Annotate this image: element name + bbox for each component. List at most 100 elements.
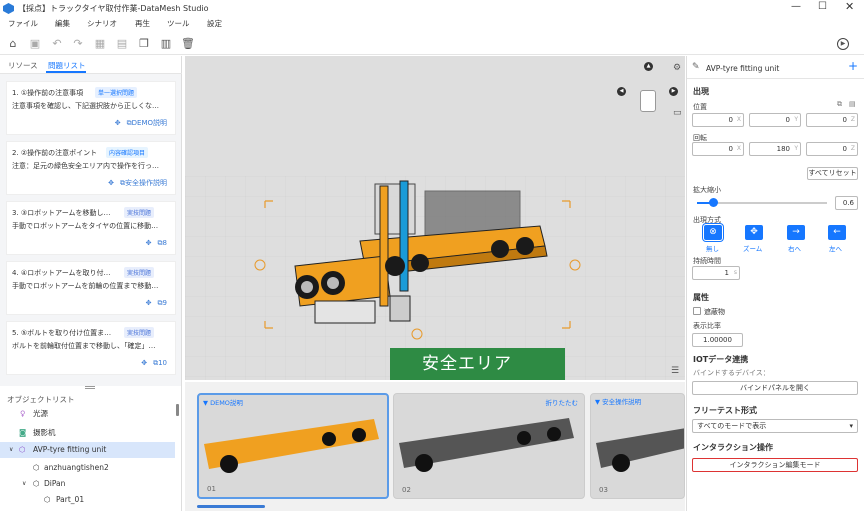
interaction-section-title: インタラクション操作 xyxy=(693,443,773,452)
view-gizmo[interactable] xyxy=(633,78,663,118)
object-list-title: オブジェクトリスト xyxy=(7,395,75,404)
trash-icon[interactable]: 🗑 xyxy=(181,38,195,50)
gizmo-right-icon[interactable]: ▶ xyxy=(669,87,678,96)
question-type-badge: 内容確認項目 xyxy=(106,147,149,158)
position-x-input[interactable]: 0X xyxy=(692,113,744,127)
mode-left-button[interactable]: ← xyxy=(828,225,846,240)
scrollbar[interactable] xyxy=(176,404,179,416)
question-card[interactable]: 1. ①操作前の注意事項 単一選択問題 注意事項を確認し、下記選択肢から正しくな… xyxy=(6,81,176,135)
edit-icon[interactable]: ✎ xyxy=(692,62,700,72)
question-link[interactable]: ✥ ⧉DEMO説明 xyxy=(115,118,167,128)
chevron-down-icon[interactable]: ∨ xyxy=(9,442,13,458)
copy-icon[interactable]: ⧉ xyxy=(837,100,842,109)
menu-play[interactable]: 再生 xyxy=(135,18,150,29)
scene-thumb-3[interactable]: ▼ 安全操作説明 03 xyxy=(590,393,685,499)
gizmo-up-icon[interactable]: ▲ xyxy=(644,62,653,71)
splitter-handle[interactable] xyxy=(85,386,95,389)
menu-file[interactable]: ファイル xyxy=(8,18,38,29)
question-link[interactable]: ✥ ⧉安全操作説明 xyxy=(108,178,167,188)
question-link[interactable]: ✥ ⧉8 xyxy=(146,239,167,248)
tab-questions[interactable]: 問題リスト xyxy=(48,60,86,71)
question-list: 1. ①操作前の注意事項 単一選択問題 注意事項を確認し、下記選択肢から正しくな… xyxy=(0,74,181,386)
layout-icon[interactable]: ▤ xyxy=(116,38,128,50)
thumb-number: 02 xyxy=(402,486,411,494)
toolbar: ⌂ ▣ ↶ ↷ ▦ ▤ ❐ ▥ 🗑 ▶ xyxy=(0,33,864,55)
menu-settings[interactable]: 設定 xyxy=(207,18,222,29)
object-name: AVP-tyre fitting unit xyxy=(706,64,780,73)
interaction-edit-mode-button[interactable]: インタラクション編集モード xyxy=(692,458,858,472)
mode-right-button[interactable]: → xyxy=(787,225,805,240)
tree-item-avp-unit[interactable]: ∨ ⬡ AVP-tyre fitting unit xyxy=(0,442,175,458)
question-title: 3. ③ロボットアームを移動し… xyxy=(12,209,111,217)
strip-scrollbar[interactable] xyxy=(197,505,265,508)
move-icon[interactable]: ✥ xyxy=(146,239,152,247)
grid-icon[interactable]: ▦ xyxy=(94,38,106,50)
chevron-down-icon[interactable]: ∨ xyxy=(22,476,26,492)
menu-edit[interactable]: 編集 xyxy=(55,18,70,29)
rotation-z-input[interactable]: 0Z xyxy=(806,142,858,156)
free-test-mode-select[interactable]: すべてのモードで表示 ▾ xyxy=(692,419,858,433)
undo-icon[interactable]: ↶ xyxy=(51,38,63,50)
collapse-link[interactable]: 折りたたむ xyxy=(546,397,579,407)
paste-icon[interactable]: ▥ xyxy=(160,38,172,50)
mode-zoom-label: ズーム xyxy=(743,245,763,253)
tree-item-camera[interactable]: ◙ 摄影机 xyxy=(0,425,175,441)
mode-none-button[interactable]: ⊗ xyxy=(702,223,724,242)
minimize-icon[interactable]: — xyxy=(791,1,801,12)
display-ratio-input[interactable]: 1.00000 xyxy=(692,333,743,347)
question-card[interactable]: 5. ⑤ボルトを取り付け位置ま… 実技問題 ボルトを前輪取付位置まで移動し、「確… xyxy=(6,321,176,375)
menu-scenario[interactable]: シナリオ xyxy=(87,18,117,29)
mode-left-label: 左へ xyxy=(829,245,842,253)
scene-thumb-2[interactable]: 折りたたむ 02 xyxy=(393,393,585,499)
scale-slider-handle[interactable] xyxy=(708,198,718,207)
mode-right-label: 右へ xyxy=(788,245,801,253)
tree-item-dipan[interactable]: ∨ ⬡ DiPan xyxy=(0,476,175,492)
no-effect-icon: ⊗ xyxy=(709,227,717,237)
maximize-icon[interactable]: ☐ xyxy=(818,1,827,12)
tab-resources[interactable]: リソース xyxy=(8,60,38,71)
mode-zoom-button[interactable]: ✥ xyxy=(745,225,763,240)
question-card[interactable]: 3. ③ロボットアームを移動し… 実技問題 手動でロボットアームをタイヤの位置に… xyxy=(6,201,176,255)
copy-icon[interactable]: ❐ xyxy=(138,38,150,50)
move-icon[interactable]: ✥ xyxy=(141,359,147,367)
occluder-checkbox[interactable] xyxy=(693,307,701,315)
scale-input[interactable]: 0.6 xyxy=(835,196,858,210)
tree-item-part01[interactable]: ⬡ Part_01 xyxy=(0,492,175,508)
move-icon[interactable]: ✥ xyxy=(146,299,152,307)
thumb-preview xyxy=(204,419,379,473)
reset-all-button[interactable]: すべてリセット xyxy=(807,167,858,180)
tree-item-anzhuangtishen2[interactable]: ⬡ anzhuangtishen2 xyxy=(0,460,175,476)
play-icon[interactable]: ▶ xyxy=(837,38,849,50)
window-title: 【採点】トラックタイヤ取付作業-DataMesh Studio xyxy=(18,4,209,13)
camera-settings-icon[interactable]: ⚙ xyxy=(673,63,681,73)
duration-input[interactable]: 1s xyxy=(692,266,740,280)
open-bind-panel-button[interactable]: バインドパネルを開く xyxy=(692,381,858,395)
home-icon[interactable]: ⌂ xyxy=(7,38,19,50)
rotation-y-input[interactable]: 180 Y xyxy=(749,142,801,156)
rotation-x-input[interactable]: 0X xyxy=(692,142,744,156)
scene-viewport[interactable]: 安全エリア ▲ ◀ ▶ ⚙ ▭ ☰ xyxy=(185,56,685,380)
question-card[interactable]: 4. ④ロボットアームを取り付… 実技問題 手動でロボットアームを前輪の位置まで… xyxy=(6,261,176,315)
cube-icon: ⬡ xyxy=(44,495,51,504)
gizmo-left-icon[interactable]: ◀ xyxy=(617,87,626,96)
position-y-input[interactable]: 0Y xyxy=(749,113,801,127)
close-icon[interactable]: ✕ xyxy=(845,0,854,13)
scene-thumb-1[interactable]: ▼ DEMO説明 01 xyxy=(197,393,389,499)
duration-label: 持続時間 xyxy=(693,257,721,265)
question-link[interactable]: ✥ ⧉9 xyxy=(146,299,167,308)
question-card[interactable]: 2. ②操作前の注意ポイント 内容確認項目 注意：足元の緑色安全エリア内で操作を… xyxy=(6,141,176,195)
add-icon[interactable]: + xyxy=(848,59,858,73)
move-icon[interactable]: ✥ xyxy=(108,179,114,187)
screen-icon[interactable]: ▭ xyxy=(673,108,682,118)
cube-icon: ⬡ xyxy=(33,463,40,472)
tree-item-light[interactable]: ♀ 光源 xyxy=(0,406,175,422)
save-icon[interactable]: ▣ xyxy=(29,38,41,50)
menu-tools[interactable]: ツール xyxy=(167,18,190,29)
list-view-icon[interactable]: ☰ xyxy=(671,366,679,376)
question-link[interactable]: ✥ ⧉10 xyxy=(141,359,167,368)
redo-icon[interactable]: ↷ xyxy=(72,38,84,50)
move-icon[interactable]: ✥ xyxy=(115,119,121,127)
menu-bar: ファイル 編集 シナリオ 再生 ツール 設定 xyxy=(0,17,864,31)
position-z-input[interactable]: 0Z xyxy=(806,113,858,127)
paste-icon[interactable]: ▤ xyxy=(849,100,856,108)
